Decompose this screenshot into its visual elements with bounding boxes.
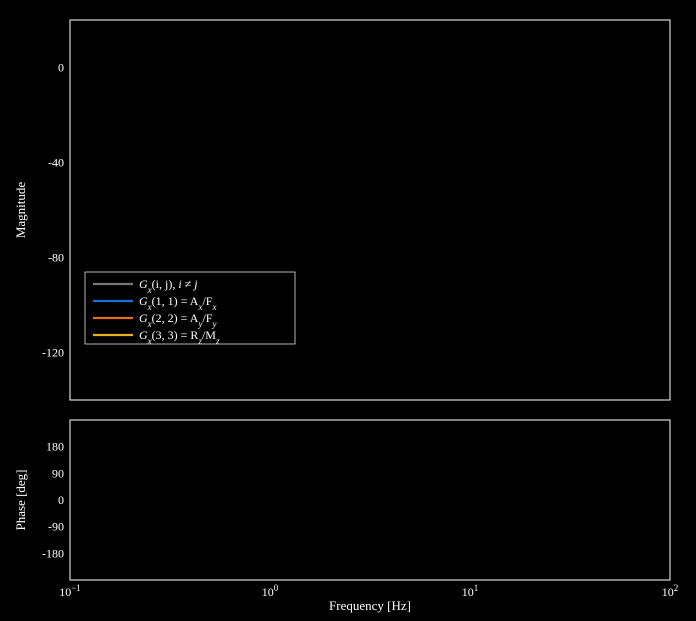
svg-text:-120: -120 <box>42 346 64 360</box>
bode-plot-container: -120 -80 -40 0 Magnitude Gx(i, j), i ≠ jGx(… <box>0 0 696 621</box>
svg-text:-180: -180 <box>42 546 64 560</box>
magnitude-yticks: -120 -80 -40 0 <box>42 61 64 360</box>
phase-panel: -180-90090180 10−1100101102 Phase [deg] … <box>13 420 678 613</box>
legend-box: Gx(i, j), i ≠ jGx(1, 1) = Ax/FxGx(2, 2) … <box>85 272 295 346</box>
svg-text:-80: -80 <box>48 251 64 265</box>
svg-text:180: 180 <box>46 440 64 454</box>
bode-chart-svg: -120 -80 -40 0 Magnitude Gx(i, j), i ≠ jGx(… <box>0 0 696 621</box>
phase-ylabel: Phase [deg] <box>13 469 28 530</box>
svg-text:0: 0 <box>58 61 64 75</box>
svg-text:-40: -40 <box>48 156 64 170</box>
svg-text:101: 101 <box>462 583 479 599</box>
phase-xticks: 10−1 100 101 102 <box>59 583 678 599</box>
magnitude-ylabel: Magnitude <box>13 182 28 239</box>
xlabel: Frequency [Hz] <box>329 598 411 613</box>
svg-text:90: 90 <box>52 466 64 480</box>
phase-yticks: -180 -90 0 90 180 <box>42 440 64 561</box>
svg-text:0: 0 <box>58 493 64 507</box>
svg-text:102: 102 <box>662 583 679 599</box>
svg-text:-90: -90 <box>48 520 64 534</box>
svg-text:100: 100 <box>262 583 279 599</box>
svg-text:10−1: 10−1 <box>59 583 81 599</box>
